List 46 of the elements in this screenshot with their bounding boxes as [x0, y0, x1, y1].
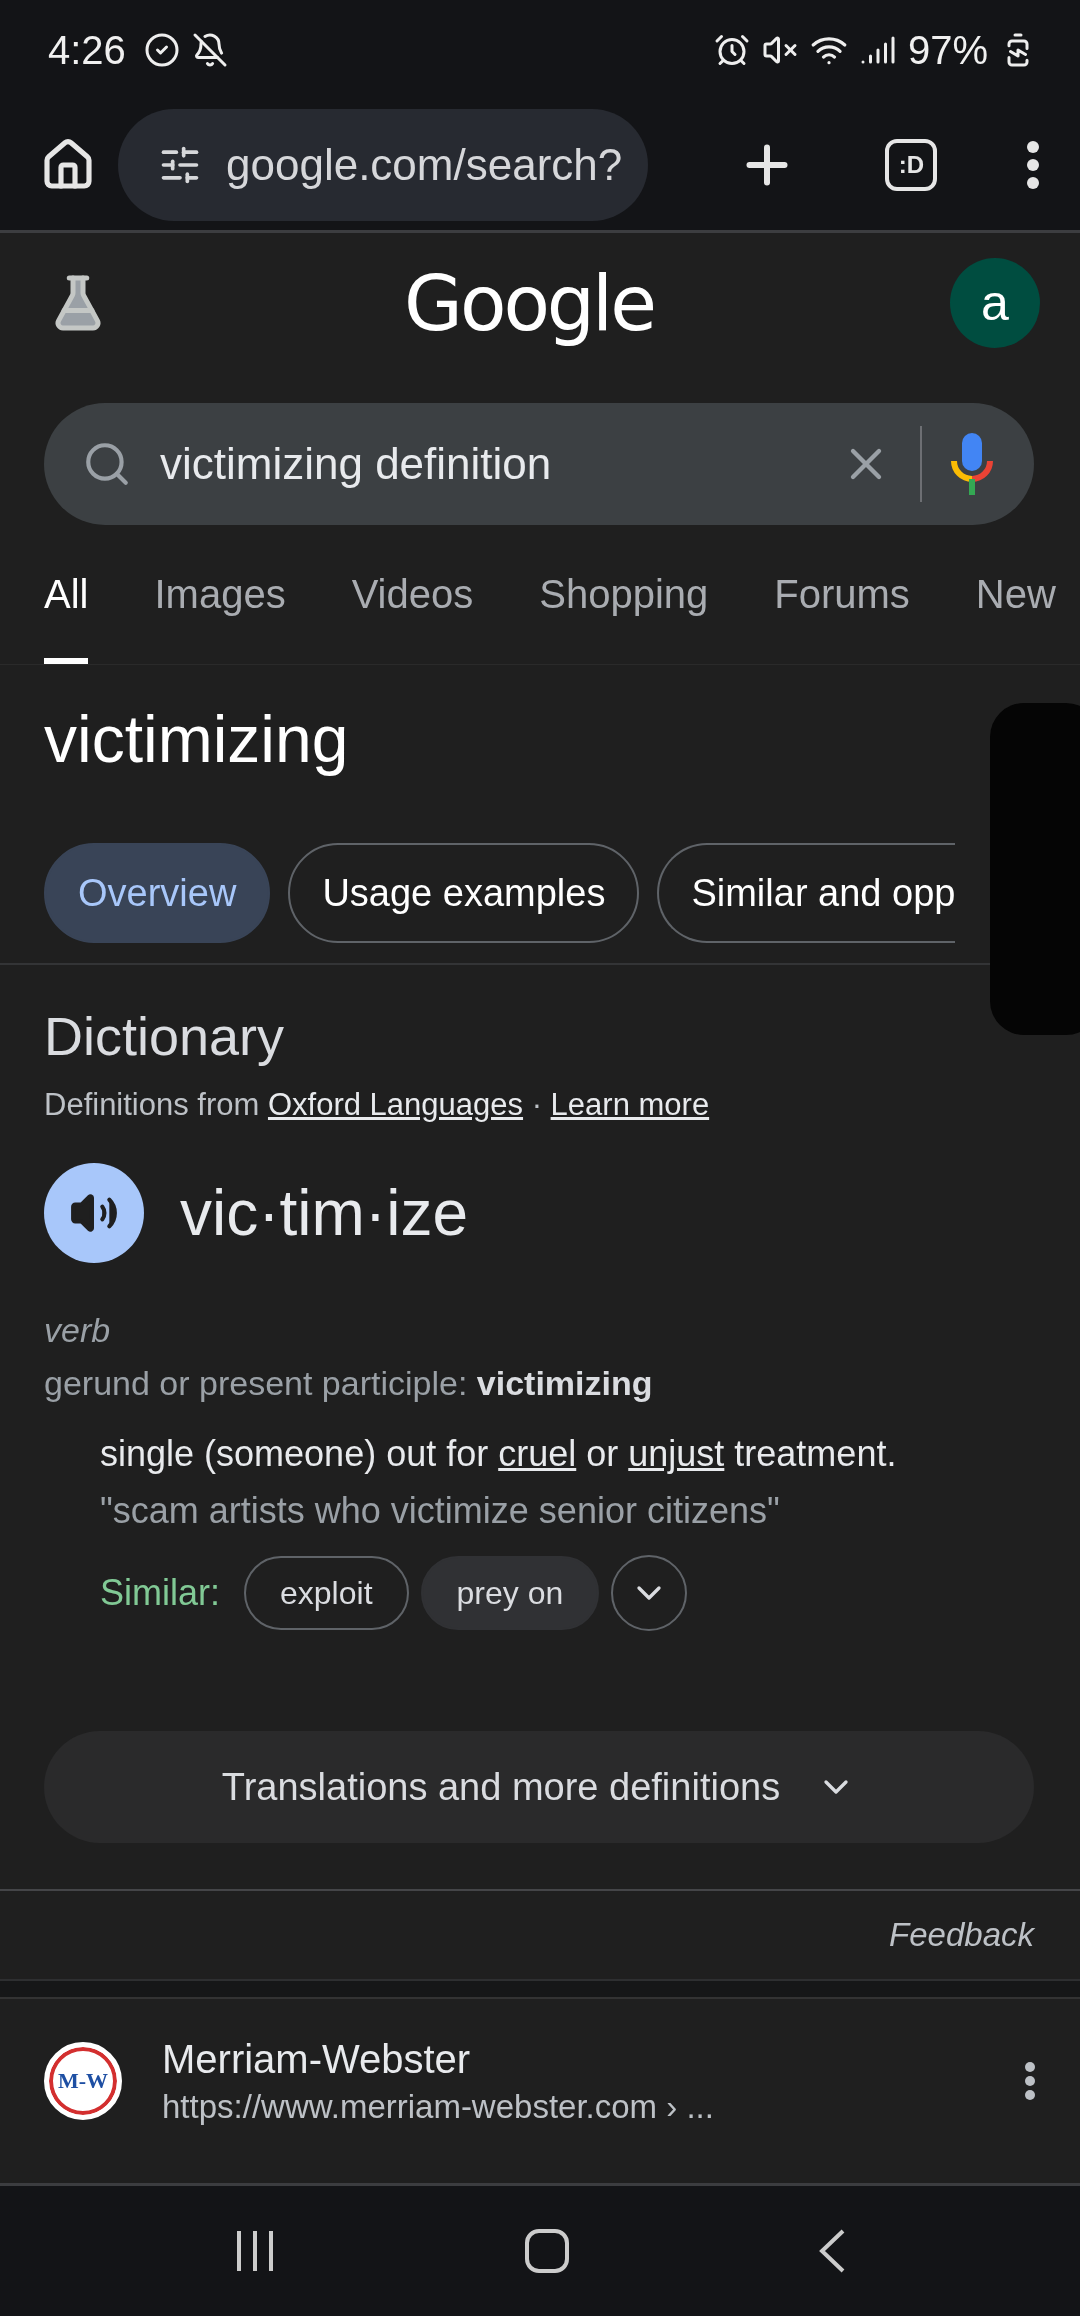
definition-link[interactable]: unjust — [628, 1433, 725, 1474]
feedback-link[interactable]: Feedback — [889, 1916, 1034, 1954]
check-circle-icon — [143, 32, 180, 68]
part-of-speech: verb — [44, 1311, 112, 1350]
expand-button[interactable] — [611, 1555, 688, 1631]
headword: vic·tim·ize — [180, 1176, 468, 1250]
synonym-chip[interactable]: prey on — [420, 1556, 600, 1630]
search-tab[interactable]: Forums — [774, 525, 910, 664]
filter-chip[interactable]: Similar and opp — [657, 843, 956, 943]
search-tab[interactable]: Images — [154, 525, 286, 664]
search-tab[interactable]: New — [975, 525, 1056, 664]
tab-switcher-button[interactable]: :D — [885, 139, 938, 191]
search-tab[interactable]: Shopping — [539, 525, 709, 664]
example-text: "scam artists who victimize senior citizens" — [100, 1489, 781, 1533]
definition-link[interactable]: cruel — [498, 1433, 577, 1474]
source-link[interactable]: Learn more — [550, 1087, 710, 1122]
search-tab[interactable]: All — [44, 525, 89, 664]
inflection-text: gerund or present participle: victimizing — [44, 1364, 654, 1403]
definition-text: single (someone) out for cruel or unjust treatment. — [100, 1432, 898, 1476]
bell-off-icon — [191, 32, 228, 68]
status-time: 4:26 — [48, 27, 126, 73]
result-site-name[interactable]: Merriam-Webster — [162, 2036, 984, 2082]
query-title: victimizing — [43, 701, 350, 778]
filter-chip[interactable]: Overview — [44, 843, 271, 943]
menu-button[interactable] — [1026, 140, 1040, 190]
more-definitions-button[interactable]: Translations and more definitions — [44, 1731, 1034, 1843]
account-avatar[interactable]: a — [950, 258, 1040, 348]
search-tab[interactable]: Videos — [351, 525, 474, 664]
synonym-chip[interactable]: exploit — [244, 1556, 409, 1630]
source-link[interactable]: Oxford Languages — [267, 1087, 524, 1122]
url-field[interactable]: google.com/search? — [118, 109, 648, 221]
home-nav-icon[interactable] — [524, 2228, 570, 2274]
menu-icon — [1026, 140, 1040, 190]
google-logo: Google — [404, 258, 654, 348]
alarm-icon — [713, 32, 750, 68]
microphone-icon[interactable] — [950, 433, 994, 495]
site-favicon: M-W — [44, 2042, 122, 2120]
dictionary-heading: Dictionary — [44, 1005, 286, 1067]
more-options-icon[interactable] — [1024, 2061, 1036, 2101]
edge-panel-handle[interactable] — [990, 703, 1080, 1035]
source-line: Definitions from Oxford Languages · Learn more — [44, 1087, 711, 1123]
search-field[interactable]: victimizing definition — [44, 403, 1034, 525]
similar-label: Similar: — [100, 1572, 220, 1614]
filter-chip[interactable]: Usage examples — [288, 843, 640, 943]
result-url[interactable]: https://www.merriam-webster.com › ... — [162, 2087, 984, 2126]
battery-percent: 97% — [907, 27, 988, 73]
